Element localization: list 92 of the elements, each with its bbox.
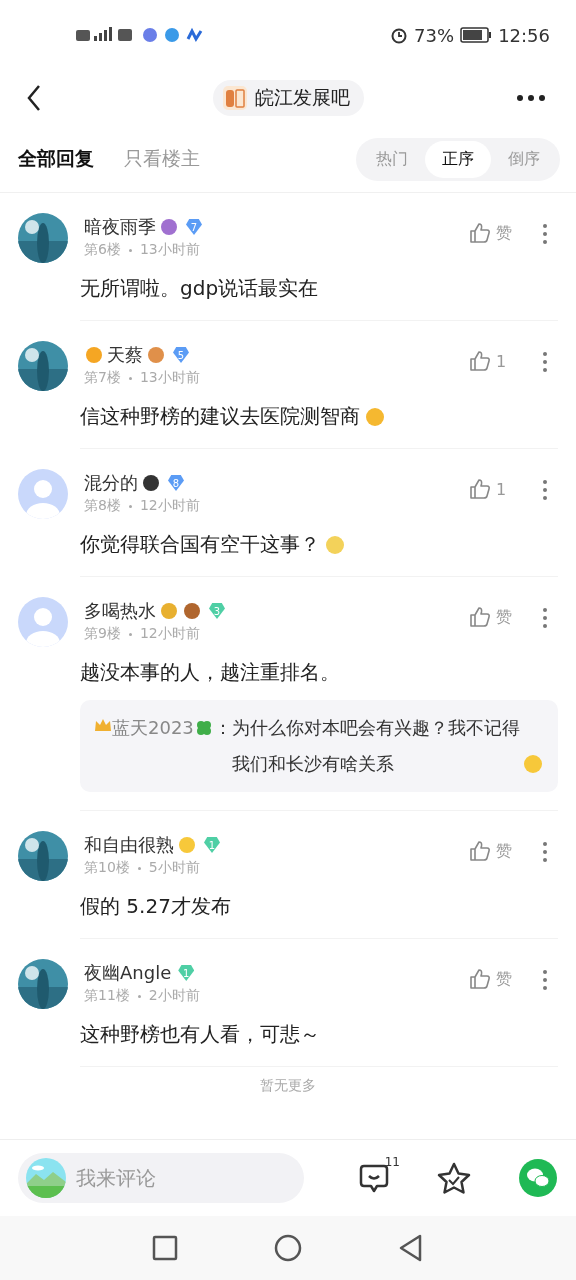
like-button[interactable]: 1 [468, 477, 516, 501]
emoji-icon [182, 601, 202, 621]
music-app-icon [142, 27, 158, 43]
more-options-icon[interactable] [542, 479, 548, 501]
post-time: 5小时前 [148, 859, 200, 877]
level-badge: 1 [178, 965, 195, 981]
thumbs-up-icon [468, 839, 492, 863]
emoji-icon [177, 835, 197, 855]
browser-app-icon [164, 27, 180, 43]
floor-number: 第6楼 [84, 241, 121, 259]
comment-text: 信这种野榜的建议去医院测智商 [80, 403, 360, 430]
like-button[interactable]: 赞 [468, 839, 516, 863]
thumbs-up-icon [468, 221, 492, 245]
user-name[interactable]: 暗夜雨季 [84, 215, 156, 239]
emoji-icon [146, 345, 166, 365]
emoji-icon [159, 601, 179, 621]
comment-text: 假的 5.27才发布 [80, 893, 231, 920]
comment-text: 无所谓啦。gdp说话最实在 [80, 275, 319, 302]
quote-text: 为什么你对本吧会有兴趣？我不记得我们和长沙有啥关系 [231, 716, 521, 776]
battery-percent: 73% [414, 24, 455, 46]
sort-option[interactable]: 热门 [359, 140, 425, 178]
user-name[interactable]: 混分的 [84, 471, 138, 495]
favorite-star-icon[interactable] [436, 1161, 472, 1195]
comment-text: 你觉得联合国有空干这事？ [80, 531, 320, 558]
level-badge: 7 [186, 219, 202, 235]
emoji-icon [364, 405, 386, 428]
floor-number: 第11楼 [84, 987, 130, 1005]
floor-number: 第7楼 [84, 369, 121, 387]
post-time: 2小时前 [148, 987, 200, 1005]
separator-dot [128, 632, 132, 636]
emoji-icon [522, 753, 544, 775]
emoji-icon [159, 217, 179, 237]
comment-input[interactable]: 我来评论 [74, 1165, 268, 1191]
like-button[interactable]: 1 [468, 349, 516, 373]
more-icon[interactable] [516, 94, 546, 102]
level-badge: 5 [173, 347, 189, 363]
user-name[interactable]: 多喝热水 [84, 599, 156, 623]
user-name[interactable]: 天蔡 [107, 343, 143, 367]
post-time: 12小时前 [139, 497, 200, 515]
separator-dot [128, 248, 132, 252]
recent-apps-icon[interactable] [152, 1235, 178, 1261]
filter-tab[interactable]: 全部回复 [18, 146, 94, 172]
back-nav-icon[interactable] [398, 1234, 424, 1262]
level-badge: 8 [168, 475, 184, 491]
thumbs-up-icon [468, 477, 492, 501]
user-name[interactable]: 和自由很熟 [84, 833, 174, 857]
more-options-icon[interactable] [542, 223, 548, 245]
post-time: 12小时前 [139, 625, 200, 643]
comment-field[interactable]: 我来评论 [18, 1153, 304, 1203]
like-button[interactable]: 赞 [468, 221, 516, 245]
separator-dot [137, 866, 141, 870]
level-badge: 1 [204, 837, 220, 853]
forum-logo-icon [220, 84, 249, 112]
floor-number: 第9楼 [84, 625, 121, 643]
wechat-share-icon[interactable] [518, 1158, 558, 1198]
clock: 12:56 [498, 24, 550, 46]
sort-option[interactable]: 倒序 [491, 140, 557, 178]
thumbs-up-icon [468, 967, 492, 991]
post-time: 13小时前 [139, 369, 200, 387]
quote-author[interactable]: 蓝天2023 [112, 718, 194, 738]
thumbs-up-icon [468, 349, 492, 373]
forum-chip[interactable]: 皖江发展吧 [212, 80, 364, 116]
more-options-icon[interactable] [542, 969, 548, 991]
comment-count: 11 [384, 1155, 400, 1169]
crown-icon [94, 718, 112, 732]
end-note: 暂无更多 [259, 1076, 317, 1095]
post-time: 13小时前 [139, 241, 200, 259]
alarm-icon [390, 26, 409, 44]
like-button[interactable]: 赞 [468, 605, 516, 629]
sort-option[interactable]: 正序 [425, 140, 491, 178]
battery-icon [460, 27, 493, 43]
back-icon[interactable] [26, 84, 42, 112]
comment-text: 越没本事的人，越注重排名。 [80, 659, 340, 686]
more-options-icon[interactable] [542, 607, 548, 629]
separator-dot [128, 376, 132, 380]
separator-dot [128, 504, 132, 508]
more-options-icon[interactable] [542, 351, 548, 373]
like-button[interactable]: 赞 [468, 967, 516, 991]
user-name[interactable]: 夜幽Angle [84, 961, 172, 985]
floor-number: 第8楼 [84, 497, 121, 515]
quote-separator: ： [213, 718, 232, 738]
thumbs-up-icon [468, 605, 492, 629]
emoji-icon [324, 533, 346, 556]
filter-tab[interactable]: 只看楼主 [124, 146, 200, 172]
comment-text: 这种野榜也有人看，可悲～ [80, 1021, 320, 1048]
emoji-icon [141, 473, 161, 493]
level-badge: 3 [209, 603, 225, 619]
separator-dot [137, 994, 141, 998]
more-options-icon[interactable] [542, 841, 548, 863]
home-icon[interactable] [274, 1234, 302, 1262]
emoji-icon [84, 345, 104, 365]
floor-number: 第10楼 [84, 859, 130, 877]
